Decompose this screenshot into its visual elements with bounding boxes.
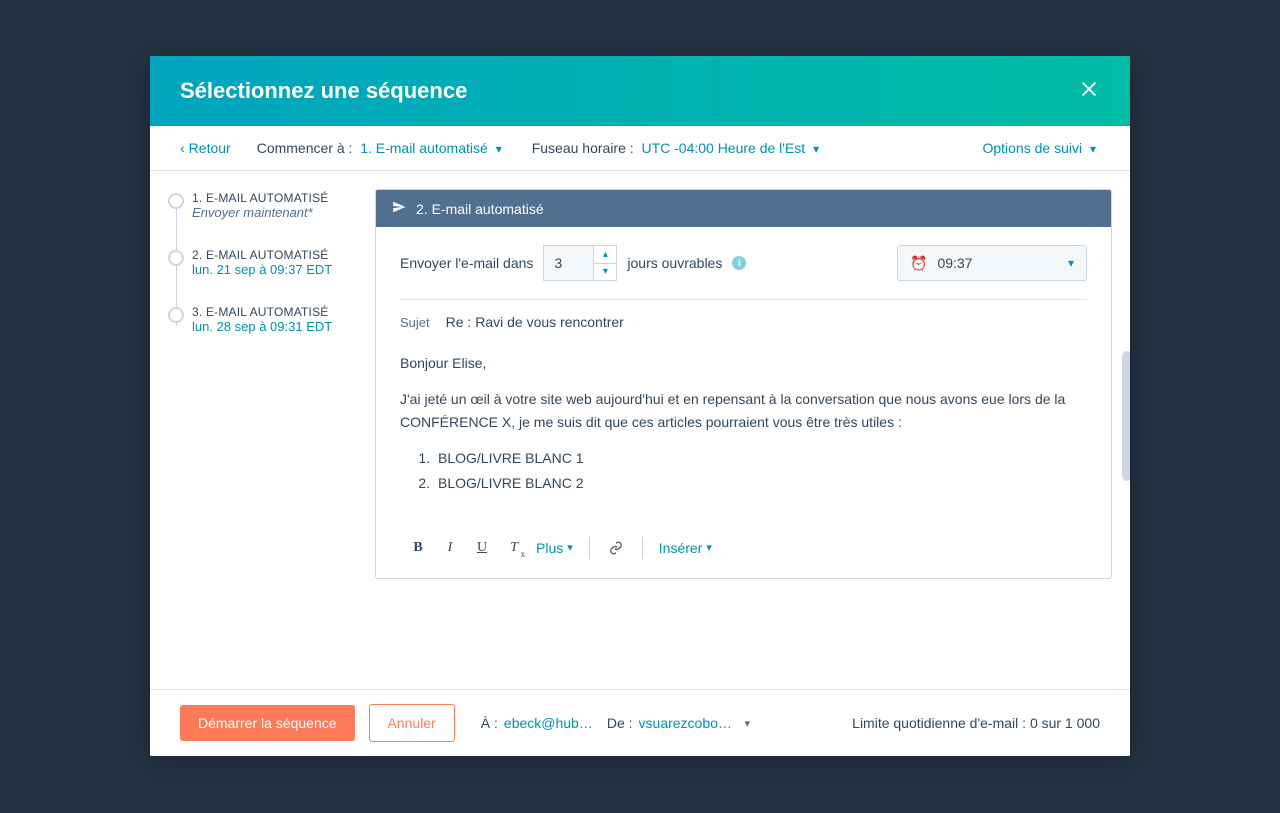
timezone-group: Fuseau horaire : UTC -04:00 Heure de l'E…	[532, 140, 823, 156]
from-value[interactable]: vsuarezcobos@h…	[639, 715, 739, 731]
email-list: BLOG/LIVRE BLANC 1 BLOG/LIVRE BLANC 2	[400, 447, 1087, 494]
chevron-left-icon: ‹	[180, 140, 185, 156]
step-dot-icon	[168, 307, 184, 323]
cancel-button[interactable]: Annuler	[369, 704, 455, 742]
more-dropdown[interactable]: Plus ▾	[532, 540, 577, 556]
email-greeting: Bonjour Elise,	[400, 352, 1087, 374]
modal-title: Sélectionnez une séquence	[180, 78, 467, 104]
chevron-down-icon: ▾	[1090, 142, 1096, 156]
chevron-down-icon: ▾	[706, 541, 712, 554]
step-title: 1. E-MAIL AUTOMATISÉ	[192, 191, 369, 205]
list-item: BLOG/LIVRE BLANC 2	[434, 472, 1087, 494]
paper-plane-icon	[392, 200, 406, 217]
start-at-value: 1. E-mail automatisé	[360, 140, 488, 156]
back-label: Retour	[189, 140, 231, 156]
email-body-editor[interactable]: Bonjour Elise, J'ai jeté un œil à votre …	[400, 338, 1087, 526]
clear-format-button[interactable]: Tx	[500, 534, 528, 562]
time-value: 09:37	[937, 255, 972, 271]
delay-unit: jours ouvrables	[627, 255, 722, 271]
info-icon[interactable]: i	[732, 256, 746, 270]
daily-limit: Limite quotidienne d'e-mail : 0 sur 1 00…	[852, 715, 1100, 731]
editor-column: 2. E-mail automatisé Envoyer l'e-mail da…	[375, 171, 1130, 689]
list-item: BLOG/LIVRE BLANC 1	[434, 447, 1087, 469]
delay-days-input[interactable]: 3	[543, 245, 593, 281]
subject-row: Sujet Re : Ravi de vous rencontrer	[400, 314, 1087, 338]
italic-button[interactable]: I	[436, 534, 464, 562]
to-value[interactable]: ebeck@hub…	[504, 715, 593, 731]
step-item-2[interactable]: 2. E-MAIL AUTOMATISÉ lun. 21 sep à 09:37…	[168, 248, 369, 277]
tracking-options-dropdown[interactable]: Options de suivi ▾	[982, 140, 1100, 156]
spinner-up[interactable]: ▴	[594, 246, 616, 264]
step-title: 2. E-MAIL AUTOMATISÉ	[192, 248, 369, 262]
alarm-clock-icon: ⏰	[910, 255, 927, 272]
chevron-down-icon: ▾	[813, 142, 819, 156]
modal-header: Sélectionnez une séquence	[150, 56, 1130, 126]
step-subtitle: lun. 28 sep à 09:31 EDT	[192, 319, 369, 334]
from-label: De :	[607, 715, 633, 731]
start-at-label: Commencer à :	[257, 140, 353, 156]
email-paragraph: J'ai jeté un œil à votre site web aujour…	[400, 388, 1087, 433]
step-item-1[interactable]: 1. E-MAIL AUTOMATISÉ Envoyer maintenant*	[168, 191, 369, 220]
step-subtitle: Envoyer maintenant*	[192, 205, 369, 220]
back-button[interactable]: ‹ Retour	[180, 140, 231, 156]
chevron-down-icon: ▾	[745, 717, 751, 730]
step-subtitle: lun. 21 sep à 09:37 EDT	[192, 262, 369, 277]
step-title: 3. E-MAIL AUTOMATISÉ	[192, 305, 369, 319]
step-dot-icon	[168, 250, 184, 266]
delay-label: Envoyer l'e-mail dans	[400, 255, 533, 271]
spinner-down[interactable]: ▾	[594, 264, 616, 281]
tz-value: UTC -04:00 Heure de l'Est	[641, 140, 805, 156]
subject-value[interactable]: Re : Ravi de vous rencontrer	[446, 314, 624, 330]
bold-button[interactable]: B	[404, 534, 432, 562]
rte-toolbar: B I U Tx Plus ▾	[400, 526, 1087, 570]
from-field: De : vsuarezcobos@h… ▾	[607, 715, 750, 731]
tracking-options-label: Options de suivi	[982, 140, 1082, 156]
step-item-3[interactable]: 3. E-MAIL AUTOMATISÉ lun. 28 sep à 09:31…	[168, 305, 369, 334]
chevron-down-icon: ▾	[496, 142, 502, 156]
step-dot-icon	[168, 193, 184, 209]
close-icon[interactable]	[1078, 78, 1100, 104]
email-card-header: 2. E-mail automatisé	[376, 190, 1111, 227]
start-at-group: Commencer à : 1. E-mail automatisé ▾	[257, 140, 506, 156]
start-at-dropdown[interactable]: 1. E-mail automatisé ▾	[356, 140, 505, 156]
delay-spinner: ▴ ▾	[593, 245, 617, 281]
chevron-down-icon: ▾	[1068, 256, 1074, 270]
timezone-dropdown[interactable]: UTC -04:00 Heure de l'Est ▾	[638, 140, 824, 156]
underline-button[interactable]: U	[468, 534, 496, 562]
email-card: 2. E-mail automatisé Envoyer l'e-mail da…	[375, 189, 1112, 579]
tz-label: Fuseau horaire :	[532, 140, 634, 156]
link-button[interactable]	[602, 534, 630, 562]
sequence-modal: Sélectionnez une séquence ‹ Retour Comme…	[150, 56, 1130, 756]
steps-timeline: 1. E-MAIL AUTOMATISÉ Envoyer maintenant*…	[150, 171, 375, 689]
subheader: ‹ Retour Commencer à : 1. E-mail automat…	[150, 126, 1130, 171]
insert-dropdown[interactable]: Insérer ▾	[655, 540, 716, 556]
to-field: À : ebeck@hub…	[481, 715, 593, 731]
chevron-down-icon: ▾	[567, 541, 573, 554]
scrollbar[interactable]	[1122, 351, 1130, 481]
limit-label: Limite quotidienne d'e-mail :	[852, 715, 1026, 731]
subject-label: Sujet	[400, 315, 430, 330]
limit-value: 0 sur 1 000	[1030, 715, 1100, 731]
time-picker[interactable]: ⏰ 09:37 ▾	[897, 245, 1087, 281]
email-card-title: 2. E-mail automatisé	[416, 201, 544, 217]
modal-footer: Démarrer la séquence Annuler À : ebeck@h…	[150, 689, 1130, 756]
delay-row: Envoyer l'e-mail dans 3 ▴ ▾ jours ouvrab…	[400, 245, 1087, 300]
to-label: À :	[481, 715, 498, 731]
start-sequence-button[interactable]: Démarrer la séquence	[180, 705, 355, 741]
